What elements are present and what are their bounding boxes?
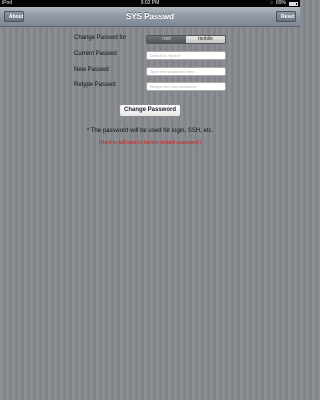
retype-password-field[interactable] — [146, 82, 226, 91]
battery-percent: 89% — [275, 0, 286, 6]
new-password-field[interactable] — [146, 67, 226, 76]
current-password-field[interactable] — [146, 51, 226, 60]
retype-password-label: Retype Passwd — [74, 82, 116, 88]
navigation-bar: SYS Passwd About Reset — [0, 7, 300, 27]
page-title: SYS Passwd — [125, 12, 175, 21]
battery-icon — [289, 1, 298, 6]
change-password-button[interactable]: Change Password — [119, 104, 181, 117]
status-bar: iPod 9:02 PM ○ 89% — [0, 0, 300, 7]
warning-note: (Hard to fall back to factory default pa… — [99, 140, 201, 146]
segment-mobile[interactable]: mobile — [186, 36, 225, 43]
status-right: ○ 89% — [270, 0, 298, 7]
new-password-label: New Passwd — [74, 67, 109, 73]
about-button[interactable]: About — [4, 11, 24, 22]
user-label: Change Passwd for — [74, 35, 127, 41]
info-note: * The password will be used for login, S… — [86, 128, 214, 134]
clock: 9:02 PM — [140, 0, 160, 6]
segment-root[interactable]: root — [147, 36, 186, 43]
user-segmented-control[interactable]: root mobile — [146, 35, 226, 44]
lock-icon: ○ — [269, 0, 273, 6]
current-password-label: Current Passwd — [74, 51, 117, 57]
reset-button[interactable]: Reset — [276, 11, 296, 22]
